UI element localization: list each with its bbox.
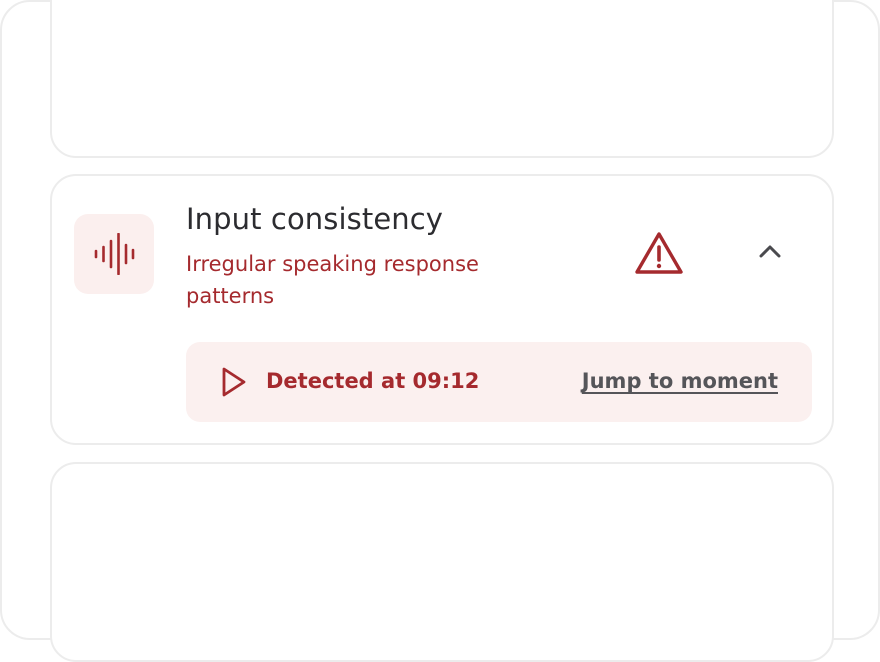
detection-banner: Detected at 09:12 Jump to moment: [186, 342, 812, 422]
check-description: Irregular speaking response patterns: [186, 252, 479, 308]
audio-waveform-icon: [74, 214, 154, 294]
panel-frame: Input consistency Irregular speaking res…: [0, 0, 880, 662]
check-title: Input consistency: [186, 202, 444, 236]
check-card-next: [50, 462, 834, 662]
detected-at-label: Detected at 09:12: [266, 369, 480, 393]
play-icon[interactable]: [220, 366, 248, 398]
check-card-input-consistency: Input consistency Irregular speaking res…: [50, 174, 834, 445]
check-card-previous: [50, 0, 834, 158]
jump-to-moment-link[interactable]: Jump to moment: [582, 369, 778, 393]
chevron-up-icon[interactable]: [756, 242, 784, 260]
warning-triangle-icon: [634, 230, 684, 276]
